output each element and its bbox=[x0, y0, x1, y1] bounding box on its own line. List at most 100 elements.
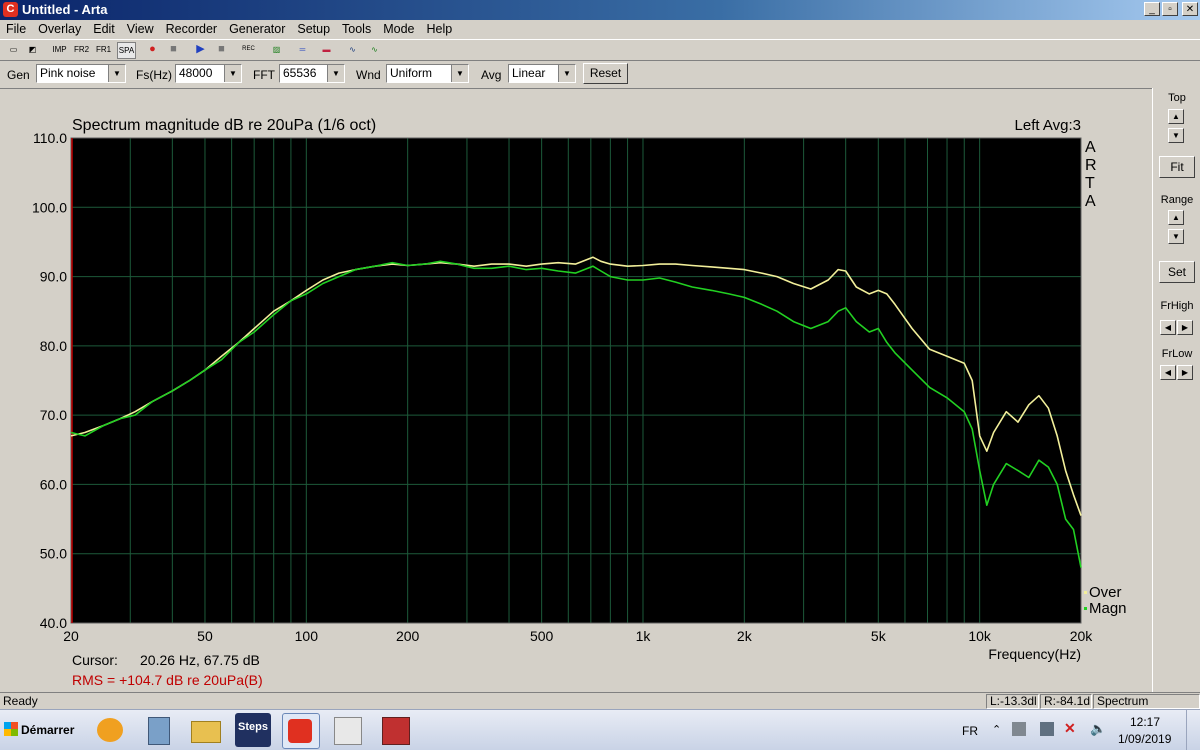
menu-help[interactable]: Help bbox=[421, 20, 459, 36]
meter-icon[interactable]: ∿ bbox=[366, 42, 383, 57]
x-tick-label: 20 bbox=[63, 628, 79, 644]
gen-icon[interactable]: ▨ bbox=[268, 42, 285, 57]
range-up-button[interactable]: ▲ bbox=[1168, 210, 1184, 225]
avg-select[interactable]: Linear ▼ bbox=[508, 64, 576, 83]
arta-watermark-letter: T bbox=[1085, 175, 1095, 192]
rec-setup-icon[interactable]: REC bbox=[240, 42, 257, 57]
frlow-right-button[interactable]: ▶ bbox=[1177, 365, 1193, 380]
set-button[interactable]: Set bbox=[1159, 261, 1195, 283]
network-error-icon[interactable]: ✕ bbox=[1064, 720, 1076, 737]
network-icon[interactable] bbox=[1012, 722, 1026, 736]
chevron-down-icon[interactable]: ▼ bbox=[224, 65, 241, 82]
scope-icon[interactable]: ∿ bbox=[344, 42, 361, 57]
spectrum-chart[interactable]: 110.0100.090.080.070.060.050.040.020 50 10… bbox=[0, 89, 1152, 693]
stop2-icon[interactable]: ■ bbox=[213, 42, 230, 57]
play-icon[interactable]: ▶ bbox=[192, 42, 209, 57]
channel-avg-info: Left Avg:3 bbox=[1015, 117, 1081, 134]
fft-select[interactable]: 65536 ▼ bbox=[279, 64, 345, 83]
icon-toolbar: ▭ ◩ IMP FR2 FR1 SPA ● ■ ▶ ■ REC ▨ ═ ▬ ∿ … bbox=[0, 39, 1200, 60]
chevron-down-icon[interactable]: ▼ bbox=[327, 65, 344, 82]
menu-recorder[interactable]: Recorder bbox=[160, 20, 223, 36]
frhigh-right-button[interactable]: ▶ bbox=[1177, 320, 1193, 335]
record-icon[interactable]: ● bbox=[144, 42, 161, 57]
y-tick-label: 80.0 bbox=[40, 338, 67, 354]
cursor-readout: 20.26 Hz, 67.75 dB bbox=[140, 652, 260, 668]
y-tick-label: 60.0 bbox=[40, 476, 67, 492]
arta-app-icon[interactable]: C bbox=[3, 2, 18, 17]
x-tick-label: 200 bbox=[396, 628, 420, 644]
gen-select[interactable]: Pink noise ▼ bbox=[36, 64, 126, 83]
fr1-mode-icon[interactable]: FR1 bbox=[95, 42, 112, 57]
fr2-mode-icon[interactable]: FR2 bbox=[73, 42, 90, 57]
tray-expand-icon[interactable]: ⌃ bbox=[992, 723, 1001, 736]
plot-panel: 110.0 100.0 90.0 80.0 70.0 60.0 50.0 40.0 20 50 10… bbox=[0, 88, 1152, 693]
explorer-icon[interactable] bbox=[187, 713, 223, 747]
probe-icon[interactable]: ═ bbox=[294, 42, 311, 57]
y-tick-label: 90.0 bbox=[40, 269, 67, 285]
menu-mode[interactable]: Mode bbox=[377, 20, 420, 36]
start-button[interactable]: Démarrer bbox=[0, 710, 82, 750]
x-axis-label: Frequency(Hz) bbox=[988, 646, 1081, 662]
menu-file[interactable]: File bbox=[0, 20, 32, 36]
menu-generator[interactable]: Generator bbox=[223, 20, 291, 36]
new-icon[interactable]: ▭ bbox=[5, 42, 22, 57]
minimize-button[interactable]: _ bbox=[1144, 2, 1160, 16]
show-desktop-button[interactable] bbox=[1186, 710, 1200, 750]
avg-label: Avg bbox=[481, 68, 502, 82]
status-ready: Ready bbox=[3, 694, 38, 708]
device-icon[interactable] bbox=[1040, 722, 1054, 736]
frlow-left-button[interactable]: ◀ bbox=[1160, 365, 1176, 380]
imp-mode-icon[interactable]: IMP bbox=[51, 42, 68, 57]
cursor-label: Cursor: bbox=[72, 652, 118, 668]
stop-icon[interactable]: ■ bbox=[165, 42, 182, 57]
clock-time[interactable]: 12:17 bbox=[1130, 715, 1160, 729]
close-button[interactable]: ✕ bbox=[1182, 2, 1198, 16]
limp-app-icon[interactable] bbox=[330, 713, 366, 747]
fft-value: 65536 bbox=[283, 66, 317, 80]
arta-watermark-letter: A bbox=[1085, 139, 1096, 156]
x-tick-label: 1k bbox=[636, 628, 652, 644]
reset-button[interactable]: Reset bbox=[583, 63, 628, 84]
menu-view[interactable]: View bbox=[121, 20, 160, 36]
fs-select[interactable]: 48000 ▼ bbox=[175, 64, 242, 83]
fft-label: FFT bbox=[253, 68, 275, 82]
frhigh-left-button[interactable]: ◀ bbox=[1160, 320, 1176, 335]
top-down-button[interactable]: ▼ bbox=[1168, 128, 1184, 143]
fit-button[interactable]: Fit bbox=[1159, 156, 1195, 178]
status-bar: Ready L:-13.3dl R:-84.1d Spectrum Analyz… bbox=[0, 692, 1200, 721]
steps-app-icon[interactable]: Steps bbox=[235, 713, 271, 747]
media-player-icon[interactable] bbox=[92, 713, 128, 747]
gen-value: Pink noise bbox=[40, 66, 96, 80]
chevron-down-icon[interactable]: ▼ bbox=[451, 65, 468, 82]
x-tick-label: 20k bbox=[1070, 628, 1094, 644]
restore-button[interactable]: ▫ bbox=[1162, 2, 1178, 16]
calculator-icon[interactable] bbox=[140, 713, 176, 747]
x-tick-label: 10k bbox=[968, 628, 992, 644]
range-down-button[interactable]: ▼ bbox=[1168, 229, 1184, 244]
chart-title: Spectrum magnitude dB re 20uPa (1/6 oct) bbox=[72, 117, 376, 134]
y-tick-label: 50.0 bbox=[40, 546, 67, 562]
spa-mode-icon[interactable]: SPA bbox=[117, 42, 136, 59]
clock-date[interactable]: 1/09/2019 bbox=[1118, 732, 1171, 746]
left-level: L:-13.3dl bbox=[986, 694, 1039, 709]
volume-icon[interactable]: 🔈 bbox=[1090, 721, 1106, 737]
x-tick-label: 100 bbox=[295, 628, 319, 644]
calibration-app-icon[interactable] bbox=[378, 713, 414, 747]
right-level: R:-84.1d bbox=[1040, 694, 1092, 709]
top-up-button[interactable]: ▲ bbox=[1168, 109, 1184, 124]
menu-setup[interactable]: Setup bbox=[291, 20, 336, 36]
chevron-down-icon[interactable]: ▼ bbox=[558, 65, 575, 82]
menu-edit[interactable]: Edit bbox=[87, 20, 121, 36]
windows-logo-icon bbox=[4, 722, 18, 736]
arta-app-icon[interactable] bbox=[282, 713, 320, 749]
menu-overlay[interactable]: Overlay bbox=[32, 20, 87, 36]
wnd-select[interactable]: Uniform ▼ bbox=[386, 64, 469, 83]
overlay-icon[interactable]: ▬ bbox=[318, 42, 335, 57]
arta-watermark-letter: R bbox=[1085, 157, 1097, 174]
y-tick-label: 100.0 bbox=[32, 199, 67, 215]
language-indicator[interactable]: FR bbox=[962, 724, 978, 738]
chevron-down-icon[interactable]: ▼ bbox=[108, 65, 125, 82]
open-icon[interactable]: ◩ bbox=[24, 42, 41, 57]
taskbar: Démarrer Steps FR ⌃ ✕ 🔈 12:17 1/09/2019 bbox=[0, 709, 1200, 750]
menu-tools[interactable]: Tools bbox=[336, 20, 377, 36]
